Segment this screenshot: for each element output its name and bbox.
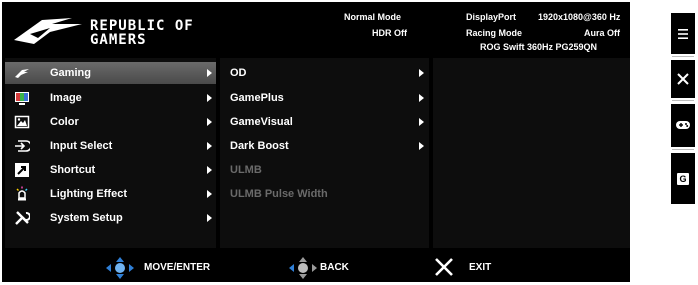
model-name: ROG Swift 360Hz PG259QN bbox=[480, 42, 598, 52]
move-enter-nav-icon bbox=[106, 257, 134, 279]
exit-label: EXIT bbox=[469, 262, 492, 273]
submenu-item-label: Dark Boost bbox=[230, 140, 289, 152]
menu-button[interactable] bbox=[671, 13, 695, 54]
menu-item-label: Lighting Effect bbox=[50, 188, 127, 200]
chevron-right-icon bbox=[207, 166, 212, 174]
submenu-item-gamevisual[interactable]: GameVisual bbox=[220, 111, 429, 133]
chevron-right-icon bbox=[419, 94, 424, 102]
detail-panel bbox=[433, 58, 630, 248]
brand-line-1: REPUBLIC OF bbox=[90, 18, 194, 34]
exit-icon bbox=[435, 258, 453, 276]
chevron-right-icon bbox=[207, 118, 212, 126]
submenu-item-od[interactable]: OD bbox=[220, 62, 429, 84]
gamepad-icon bbox=[676, 121, 690, 129]
aura-status: Aura Off bbox=[584, 28, 620, 38]
move-enter-label: MOVE/ENTER bbox=[144, 262, 211, 273]
chevron-right-icon bbox=[207, 190, 212, 198]
menu-item-system-setup[interactable]: System Setup bbox=[5, 207, 216, 229]
input-select-icon bbox=[15, 140, 30, 152]
side-bar-divider bbox=[672, 149, 694, 150]
tools-icon bbox=[15, 211, 30, 225]
brand-name: REPUBLIC OF GAMERS bbox=[90, 19, 194, 47]
gamevisual-button[interactable] bbox=[671, 104, 695, 147]
shortcut-icon bbox=[15, 163, 29, 177]
back-nav-icon bbox=[289, 257, 317, 279]
chevron-right-icon bbox=[207, 214, 212, 222]
menu-icon bbox=[678, 29, 688, 39]
submenu-item-label: OD bbox=[230, 67, 247, 79]
menu-item-lighting-effect[interactable]: Lighting Effect bbox=[5, 183, 216, 205]
hdr-status: HDR Off bbox=[372, 28, 407, 38]
submenu-item-label: GamePlus bbox=[230, 92, 284, 104]
resolution-status: 1920x1080@360 Hz bbox=[538, 12, 621, 22]
osd-menu: REPUBLIC OF GAMERS Normal Mode HDR Off D… bbox=[2, 2, 630, 282]
submenu-item-ulmb-pulse-width: ULMB Pulse Width bbox=[220, 183, 429, 205]
menu-item-color[interactable]: Color bbox=[5, 111, 216, 133]
osd-footer: MOVE/ENTER BACK EXIT bbox=[2, 252, 630, 282]
menu-body: Gaming Image Color Input Select Shortcut… bbox=[2, 58, 630, 248]
brand-line-2: GAMERS bbox=[90, 32, 147, 48]
sub-menu: OD GamePlus GameVisual Dark Boost ULMB U… bbox=[220, 58, 429, 248]
menu-item-label: Input Select bbox=[50, 140, 113, 152]
rog-eye-icon bbox=[15, 69, 29, 78]
side-bar-divider bbox=[672, 100, 694, 101]
close-button[interactable] bbox=[671, 60, 695, 98]
main-menu: Gaming Image Color Input Select Shortcut… bbox=[5, 58, 216, 248]
side-bar-divider bbox=[672, 56, 694, 57]
input-status: DisplayPort bbox=[466, 12, 517, 22]
submenu-item-ulmb: ULMB bbox=[220, 159, 429, 181]
menu-item-label: System Setup bbox=[50, 212, 123, 224]
picture-icon bbox=[14, 115, 30, 129]
chevron-right-icon bbox=[207, 69, 212, 77]
chevron-right-icon bbox=[419, 142, 424, 150]
osd-header: REPUBLIC OF GAMERS Normal Mode HDR Off D… bbox=[2, 2, 630, 56]
menu-item-input-select[interactable]: Input Select bbox=[5, 135, 216, 157]
gameplus-icon: G bbox=[677, 173, 689, 185]
submenu-item-dark-boost[interactable]: Dark Boost bbox=[220, 135, 429, 157]
back-label: BACK bbox=[320, 262, 349, 273]
gameplus-button[interactable]: G bbox=[671, 153, 695, 204]
menu-item-image[interactable]: Image bbox=[5, 87, 216, 109]
lighting-icon bbox=[16, 186, 28, 201]
menu-item-shortcut[interactable]: Shortcut bbox=[5, 159, 216, 181]
menu-item-label: Image bbox=[50, 92, 82, 104]
chevron-right-icon bbox=[419, 69, 424, 77]
rog-logo-icon bbox=[14, 18, 82, 44]
mode-status: Normal Mode bbox=[344, 12, 402, 22]
menu-item-label: Color bbox=[50, 116, 79, 128]
menu-item-label: Shortcut bbox=[50, 164, 96, 176]
chevron-right-icon bbox=[207, 142, 212, 150]
image-icon bbox=[15, 92, 29, 105]
menu-item-label: Gaming bbox=[50, 67, 91, 79]
chevron-right-icon bbox=[419, 118, 424, 126]
racing-status: Racing Mode bbox=[466, 28, 523, 38]
chevron-right-icon bbox=[207, 94, 212, 102]
gameplus-icon-label: G bbox=[679, 174, 687, 184]
submenu-item-label: ULMB Pulse Width bbox=[230, 188, 328, 200]
submenu-item-label: GameVisual bbox=[230, 116, 293, 128]
close-icon bbox=[677, 73, 689, 85]
submenu-item-label: ULMB bbox=[230, 164, 262, 176]
menu-item-gaming[interactable]: Gaming bbox=[5, 62, 216, 84]
submenu-item-gameplus[interactable]: GamePlus bbox=[220, 87, 429, 109]
